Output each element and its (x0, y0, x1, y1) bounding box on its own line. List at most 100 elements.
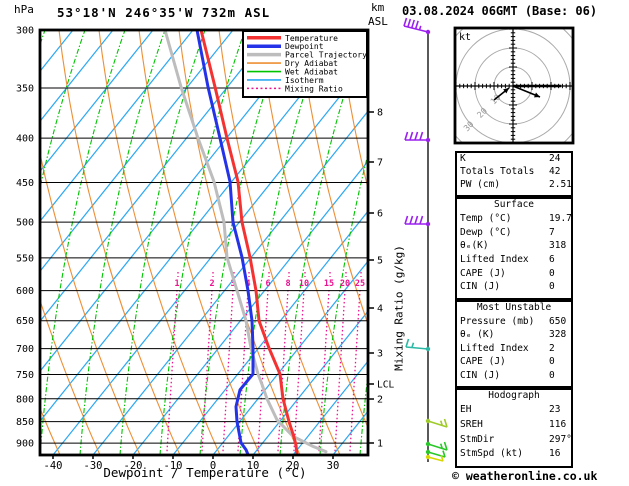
wind-barb-staff (427, 451, 446, 458)
wind-barb-staff (427, 420, 448, 428)
wind-barb-feather (409, 131, 414, 141)
skewt-sounding-page: 1 2 3 4 6 8 10 15 20 25 Temperature Dewpoint Parcel … (0, 0, 629, 486)
pressure-tick-label: 300 (16, 26, 34, 37)
km-tick-label: 7 (377, 158, 383, 169)
pressure-tick-label: 800 (16, 394, 34, 405)
wet-adiabat-line (159, 30, 246, 455)
hodograph-ring-label: 30 (462, 120, 476, 134)
pressure-tick-label: 700 (16, 344, 34, 355)
wind-barb-feather (403, 17, 408, 27)
table-row-value: 2.51 (549, 179, 572, 190)
stats-table: K 24 Totals Totals 42 PW (cm) 2.51 (455, 151, 573, 197)
wind-barb (404, 131, 431, 143)
stats-table: Surface Temp (°C) 19.7 Dewp (°C) 7 θₑ(K) 318 Li… (455, 197, 573, 300)
wind-barb-feather (411, 342, 415, 348)
wet-adiabat-line (359, 370, 368, 455)
mixing-ratio-value-label: 20 (340, 279, 350, 289)
legend-item-label: Mixing Ratio (285, 84, 343, 93)
pressure-tick-label: 650 (16, 316, 34, 327)
mixing-ratio-line (222, 289, 234, 453)
mixing-ratio-axis-title: Mixing Ratio (g/kg) (392, 245, 406, 371)
pressure-tick-label: 600 (16, 286, 34, 297)
table-row-label: CAPE (J) (460, 356, 506, 368)
mixing-ratio-value-label: 6 (265, 279, 270, 289)
pressure-tick-label: 750 (16, 370, 34, 381)
copyright-footer: © weatheronline.co.uk (452, 469, 598, 483)
pressure-tick-label: 500 (16, 218, 34, 229)
table-row-value: 23 (549, 404, 561, 415)
km-tick-label: 5 (377, 256, 383, 267)
mixing-ratio-line (293, 289, 305, 453)
wet-adiabat-line (40, 30, 126, 455)
table-row-label: Dewp (°C) (460, 226, 512, 238)
wind-barb-feather (414, 215, 419, 225)
table-row-value: 19.7 (549, 213, 572, 224)
table-row-label: PW (cm) (460, 179, 501, 190)
hodograph-ring-label: 20 (476, 106, 490, 120)
wind-barb-feather (414, 20, 419, 30)
pressure-tick-label: 850 (16, 417, 34, 428)
table-row-label: EH (460, 404, 472, 415)
pressure-unit-label: hPa (14, 3, 34, 16)
wind-barb (403, 17, 431, 35)
table-row-value: 0 (549, 267, 555, 279)
km-unit-label: km (371, 1, 385, 14)
wind-barb-staff (427, 456, 444, 462)
table-row-value: 42 (549, 166, 561, 177)
wind-barb-base-dot (425, 221, 431, 227)
pressure-tick-label: 350 (16, 83, 34, 94)
mixing-ratio-line (334, 289, 346, 453)
table-row-label: θₑ(K) (460, 240, 489, 252)
stats-table: Most Unstable Pressure (mb) 650 θₑ (K) 328 Li… (455, 300, 573, 388)
stats-table: Hodograph EH 23 SREH 116 StmDir 297° StmSpd (kt… (455, 388, 573, 468)
wind-barb-column (403, 17, 448, 462)
wind-barb (404, 215, 431, 227)
table-row-label: Lifted Index (460, 253, 529, 265)
wet-adiabat-line (0, 30, 5, 455)
table-section-header: Surface (493, 199, 535, 210)
wet-adiabat-line (119, 30, 206, 455)
mixing-ratio-value-label: 10 (299, 279, 309, 289)
table-row-value: 24 (549, 153, 561, 164)
wind-barb-feather (409, 215, 414, 225)
table-row: StmDir 297° (457, 433, 572, 449)
table-row: SREH 116 (457, 419, 571, 434)
dry-adiabat-line (40, 151, 141, 455)
table-row: Pressure (mb) 650 (457, 316, 571, 329)
wind-barb-feather (405, 338, 410, 348)
table-row-value: 0 (549, 369, 555, 381)
pressure-tick-label: 450 (16, 178, 34, 189)
km-tick-label: 6 (377, 209, 383, 220)
wind-barb-base-dot (425, 441, 431, 447)
table-row-label: SREH (460, 418, 483, 430)
table-row-value: 6 (549, 253, 555, 265)
dry-adiabat-line (58, 30, 181, 455)
wet-adiabat-line (79, 30, 166, 455)
table-row: PW (cm) 2.51 (457, 179, 572, 192)
mixing-ratio-value-label: 8 (285, 279, 290, 289)
wind-barb-base-dot (425, 454, 431, 460)
table-row-value: 328 (549, 329, 567, 341)
wind-barb (405, 338, 431, 352)
dry-adiabat-line (98, 30, 221, 455)
legend: TemperatureDewpointParcel TrajectoryDry … (242, 30, 368, 98)
table-row: θₑ (K) 328 (457, 329, 571, 342)
table-row-value: 0 (549, 356, 555, 368)
table-row: EH 23 (457, 404, 571, 419)
wind-barb-feather (418, 25, 422, 31)
table-row-value: 318 (549, 240, 567, 252)
table-row: CIN (J) 0 (457, 281, 571, 295)
table-row-label: StmDir (460, 433, 495, 445)
wind-barb-feather (419, 215, 424, 225)
wind-barb-feather (404, 215, 409, 225)
datetime-label: 03.08.2024 06GMT (Base: 06) (402, 4, 598, 18)
hodograph-unit-label: kt (459, 32, 471, 43)
table-row-label: CAPE (J) (460, 267, 506, 279)
table-row-label: Pressure (mb) (460, 316, 535, 327)
table-row: Temp (°C) 19.7 (457, 213, 572, 227)
table-row-value: 16 (549, 448, 561, 460)
km-tick-label: 3 (377, 349, 383, 360)
table-row-label: Lifted Index (460, 342, 529, 354)
table-row: θₑ(K) 318 (457, 240, 571, 254)
table-row: Totals Totals 42 (457, 166, 571, 179)
